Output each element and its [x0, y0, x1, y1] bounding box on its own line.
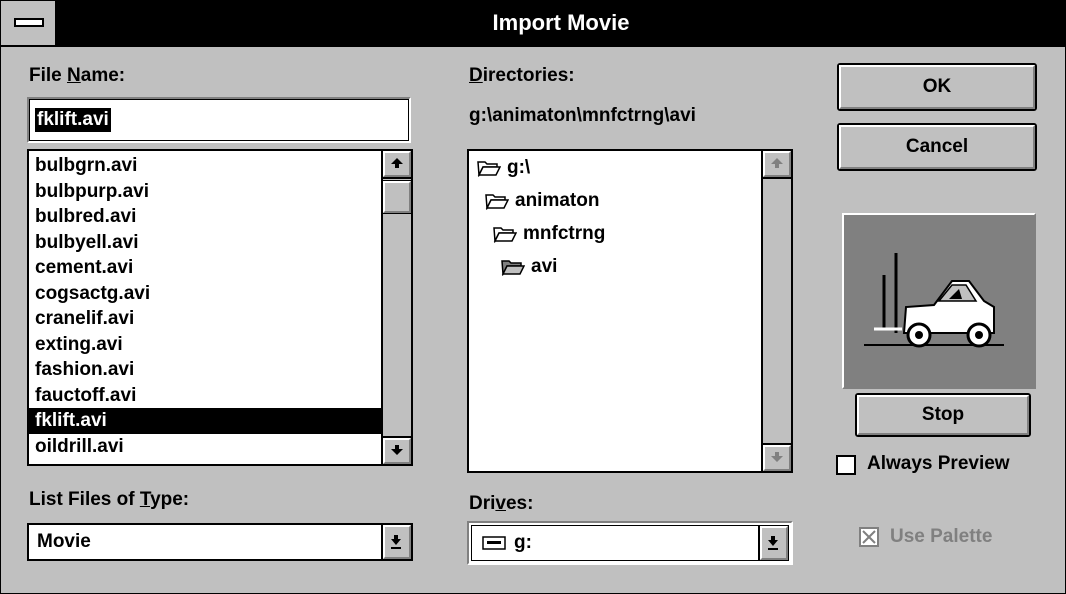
arrow-up-icon: [391, 158, 403, 168]
drives-select-frame: g:: [467, 521, 793, 565]
file-name-label: File Name:: [29, 65, 126, 86]
arrow-up-disabled-icon: [771, 158, 783, 168]
dropdown-arrow-icon: [768, 536, 778, 550]
dir-scroll-up-button[interactable]: [763, 151, 791, 179]
arrow-down-disabled-icon: [771, 452, 783, 462]
drives-value: g:: [514, 532, 532, 553]
current-path: g:\animaton\mnfctrng\avi: [469, 105, 696, 126]
file-list-item[interactable]: bulbyell.avi: [29, 230, 381, 256]
use-palette-label: Use Palette: [890, 526, 993, 547]
cancel-button[interactable]: Cancel: [837, 123, 1037, 171]
always-preview-label[interactable]: Always Preview: [867, 453, 1010, 475]
forklift-preview-image: [864, 253, 1004, 348]
file-list-item[interactable]: cogsactg.avi: [29, 281, 381, 307]
scroll-up-button[interactable]: [383, 151, 411, 179]
open-folder-selected-icon: [501, 260, 525, 276]
directory-list-scrollbar[interactable]: [761, 151, 791, 471]
file-name-value: fklift.avi: [35, 108, 111, 132]
dir-scroll-down-button[interactable]: [763, 443, 791, 471]
file-list-item[interactable]: fauctoff.avi: [29, 383, 381, 409]
stop-button[interactable]: Stop: [855, 393, 1031, 437]
dir-item-animaton[interactable]: animaton: [485, 188, 599, 214]
ok-button[interactable]: OK: [837, 63, 1037, 111]
title-bar: Import Movie: [1, 1, 1065, 47]
file-type-label: List Files of Type:: [29, 489, 190, 510]
file-type-dropdown-button[interactable]: [381, 525, 411, 559]
dir-item-mnfctrng[interactable]: mnfctrng: [493, 221, 605, 247]
checkmark-x-icon: [862, 530, 876, 544]
file-list-item[interactable]: bulbgrn.avi: [29, 153, 381, 179]
always-preview-checkbox[interactable]: [836, 455, 856, 475]
file-list-item[interactable]: fashion.avi: [29, 357, 381, 383]
dropdown-arrow-icon: [391, 535, 401, 549]
scroll-thumb[interactable]: [382, 180, 411, 214]
drives-dropdown-button[interactable]: [758, 526, 788, 560]
movie-preview: [842, 213, 1036, 389]
open-folder-icon: [485, 194, 509, 210]
file-list-scrollbar[interactable]: [381, 151, 411, 464]
file-list-item[interactable]: cement.avi: [29, 255, 381, 281]
file-list[interactable]: bulbgrn.avi bulbpurp.avi bulbred.avi bulbye…: [27, 149, 413, 466]
scroll-down-button[interactable]: [383, 436, 411, 464]
open-folder-icon: [493, 227, 517, 243]
file-list-item[interactable]: fklift.avi: [29, 408, 381, 434]
file-type-select[interactable]: Movie: [27, 523, 413, 561]
file-list-item[interactable]: cranelif.avi: [29, 306, 381, 332]
drives-label: Drives:: [469, 493, 534, 514]
file-list-item[interactable]: bulbpurp.avi: [29, 179, 381, 205]
file-type-value: Movie: [37, 531, 91, 552]
use-palette-checkbox[interactable]: [859, 527, 879, 547]
file-list-item[interactable]: oildrill.avi: [29, 434, 381, 460]
drives-select[interactable]: g:: [471, 525, 789, 561]
file-list-item[interactable]: bulbred.avi: [29, 204, 381, 230]
import-movie-dialog: Import Movie File Name: fklift.avi bulbg…: [0, 0, 1066, 594]
directory-list[interactable]: g:\ animaton mnfctrng avi: [467, 149, 793, 473]
file-name-input[interactable]: fklift.avi: [27, 97, 411, 143]
system-menu-icon: [14, 18, 44, 27]
system-menu-button[interactable]: [1, 1, 57, 45]
file-list-item[interactable]: exting.avi: [29, 332, 381, 358]
dir-item-root[interactable]: g:\: [477, 155, 530, 181]
dir-item-avi[interactable]: avi: [501, 254, 557, 280]
window-title: Import Movie: [492, 10, 630, 35]
open-folder-icon: [477, 161, 501, 177]
directories-label: Directories:: [469, 65, 575, 86]
drive-icon: [482, 536, 506, 550]
arrow-down-icon: [391, 445, 403, 455]
